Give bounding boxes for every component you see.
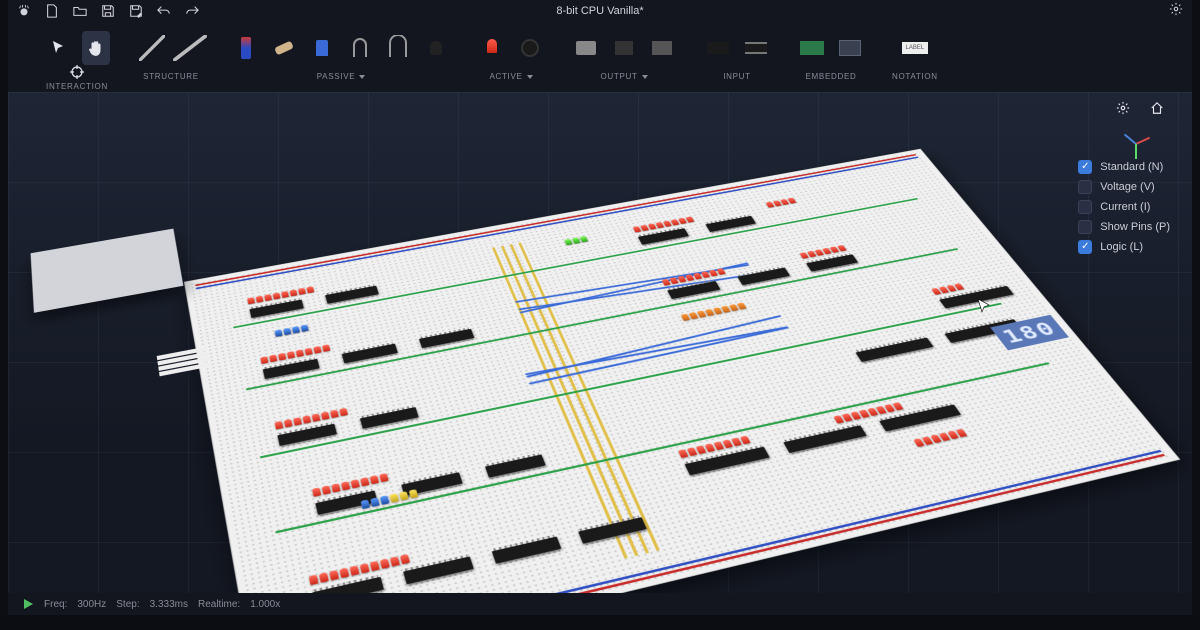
status-rt-value: 1.000x bbox=[250, 599, 280, 610]
layer-label: Current (I) bbox=[1100, 201, 1150, 213]
jumper-long-tool[interactable] bbox=[384, 31, 412, 65]
window-bottom-border bbox=[0, 615, 1200, 630]
chevron-down-icon bbox=[527, 75, 533, 79]
checkbox-icon bbox=[1078, 180, 1092, 194]
layer-label: Voltage (V) bbox=[1100, 181, 1154, 193]
dip-chip-tool[interactable] bbox=[704, 31, 732, 65]
layer-toggle-voltage[interactable]: Voltage (V) bbox=[1078, 180, 1170, 194]
jumper-u-tool[interactable] bbox=[346, 31, 374, 65]
toolgroup-structure: STRUCTURE bbox=[124, 26, 218, 92]
toolgroup-label: NOTATION bbox=[892, 72, 938, 81]
toolgroup-interaction: INTERACTION bbox=[30, 26, 124, 92]
terminal-tool[interactable] bbox=[836, 31, 864, 65]
settings-icon[interactable] bbox=[1168, 1, 1184, 17]
port-tool[interactable] bbox=[648, 31, 676, 65]
save-icon[interactable] bbox=[100, 3, 116, 19]
undo-icon[interactable] bbox=[156, 3, 172, 19]
status-rt-label: Realtime: bbox=[198, 599, 240, 610]
toolgroup-output: OUTPUT bbox=[558, 26, 690, 92]
wire-short-tool[interactable] bbox=[138, 31, 166, 65]
buzzer-tool[interactable] bbox=[516, 31, 544, 65]
layer-toggle-current[interactable]: Current (I) bbox=[1078, 200, 1170, 214]
layer-label: Show Pins (P) bbox=[1100, 221, 1170, 233]
component-toolbar: INTERACTION STRUCTURE PASSIVE bbox=[8, 22, 1192, 92]
layer-label: Standard (N) bbox=[1100, 161, 1163, 173]
connector-tool[interactable] bbox=[572, 31, 600, 65]
chevron-down-icon bbox=[642, 75, 648, 79]
toolgroup-label: INPUT bbox=[723, 72, 751, 81]
status-step-label: Step: bbox=[116, 599, 139, 610]
toolgroup-notation: LABEL NOTATION bbox=[878, 26, 952, 92]
checkbox-icon bbox=[1078, 240, 1092, 254]
cursor-icon bbox=[976, 298, 992, 314]
toolgroup-input: INPUT bbox=[690, 26, 784, 92]
led-tool[interactable] bbox=[478, 31, 506, 65]
toolgroup-active: ACTIVE bbox=[464, 26, 558, 92]
chevron-down-icon bbox=[359, 75, 365, 79]
resistor-vert-tool[interactable] bbox=[232, 31, 260, 65]
resistor-angled-tool[interactable] bbox=[270, 31, 298, 65]
toolgroup-label: STRUCTURE bbox=[143, 72, 199, 81]
toolgroup-label[interactable]: ACTIVE bbox=[489, 72, 532, 81]
ic-chip-tool[interactable] bbox=[742, 31, 770, 65]
layer-toggle-show-pins[interactable]: Show Pins (P) bbox=[1078, 220, 1170, 234]
toolgroup-label: INTERACTION bbox=[46, 82, 108, 91]
app-logo-icon bbox=[16, 3, 32, 19]
status-freq-label: Freq: bbox=[44, 599, 67, 610]
new-file-icon[interactable] bbox=[44, 3, 60, 19]
app-window: 8-bit CPU Vanilla* INTERACTION STRUCTURE bbox=[8, 0, 1192, 615]
status-bar: Freq: 300Hz Step: 3.333ms Realtime: 1.00… bbox=[8, 593, 1192, 615]
layer-toggle-logic[interactable]: Logic (L) bbox=[1078, 240, 1170, 254]
view-layers-panel: Standard (N) Voltage (V) Current (I) Sho… bbox=[1078, 160, 1170, 254]
redo-icon[interactable] bbox=[184, 3, 200, 19]
axis-gizmo[interactable] bbox=[1134, 125, 1162, 153]
status-step-value: 3.333ms bbox=[150, 599, 188, 610]
toolgroup-label: EMBEDDED bbox=[806, 72, 857, 81]
capacitor-tool[interactable] bbox=[308, 31, 336, 65]
toolgroup-passive: PASSIVE bbox=[218, 26, 464, 92]
toolgroup-label[interactable]: OUTPUT bbox=[600, 72, 647, 81]
play-icon[interactable] bbox=[22, 598, 34, 610]
wire-long-tool[interactable] bbox=[176, 31, 204, 65]
toolgroup-label[interactable]: PASSIVE bbox=[317, 72, 366, 81]
workspace-viewport[interactable]: 180 bbox=[8, 92, 1192, 593]
open-file-icon[interactable] bbox=[72, 3, 88, 19]
layer-toggle-standard[interactable]: Standard (N) bbox=[1078, 160, 1170, 174]
checkbox-icon bbox=[1078, 200, 1092, 214]
checkbox-icon bbox=[1078, 220, 1092, 234]
menubar: 8-bit CPU Vanilla* bbox=[8, 0, 1192, 22]
home-icon[interactable] bbox=[1148, 99, 1166, 117]
toolgroup-embedded: EMBEDDED bbox=[784, 26, 878, 92]
status-freq-value: 300Hz bbox=[77, 599, 106, 610]
view-controls bbox=[1114, 99, 1166, 117]
target-tool[interactable] bbox=[63, 64, 91, 80]
checkbox-icon bbox=[1078, 160, 1092, 174]
microcontroller-tool[interactable] bbox=[798, 31, 826, 65]
hand-tool[interactable] bbox=[82, 31, 110, 65]
view-settings-icon[interactable] bbox=[1114, 99, 1132, 117]
cursor-tool[interactable] bbox=[44, 31, 72, 65]
transistor-tool[interactable] bbox=[422, 31, 450, 65]
layer-label: Logic (L) bbox=[1100, 241, 1143, 253]
document-title: 8-bit CPU Vanilla* bbox=[556, 5, 643, 17]
socket-tool[interactable] bbox=[610, 31, 638, 65]
label-tool[interactable]: LABEL bbox=[901, 31, 929, 65]
save-as-icon[interactable] bbox=[128, 3, 144, 19]
